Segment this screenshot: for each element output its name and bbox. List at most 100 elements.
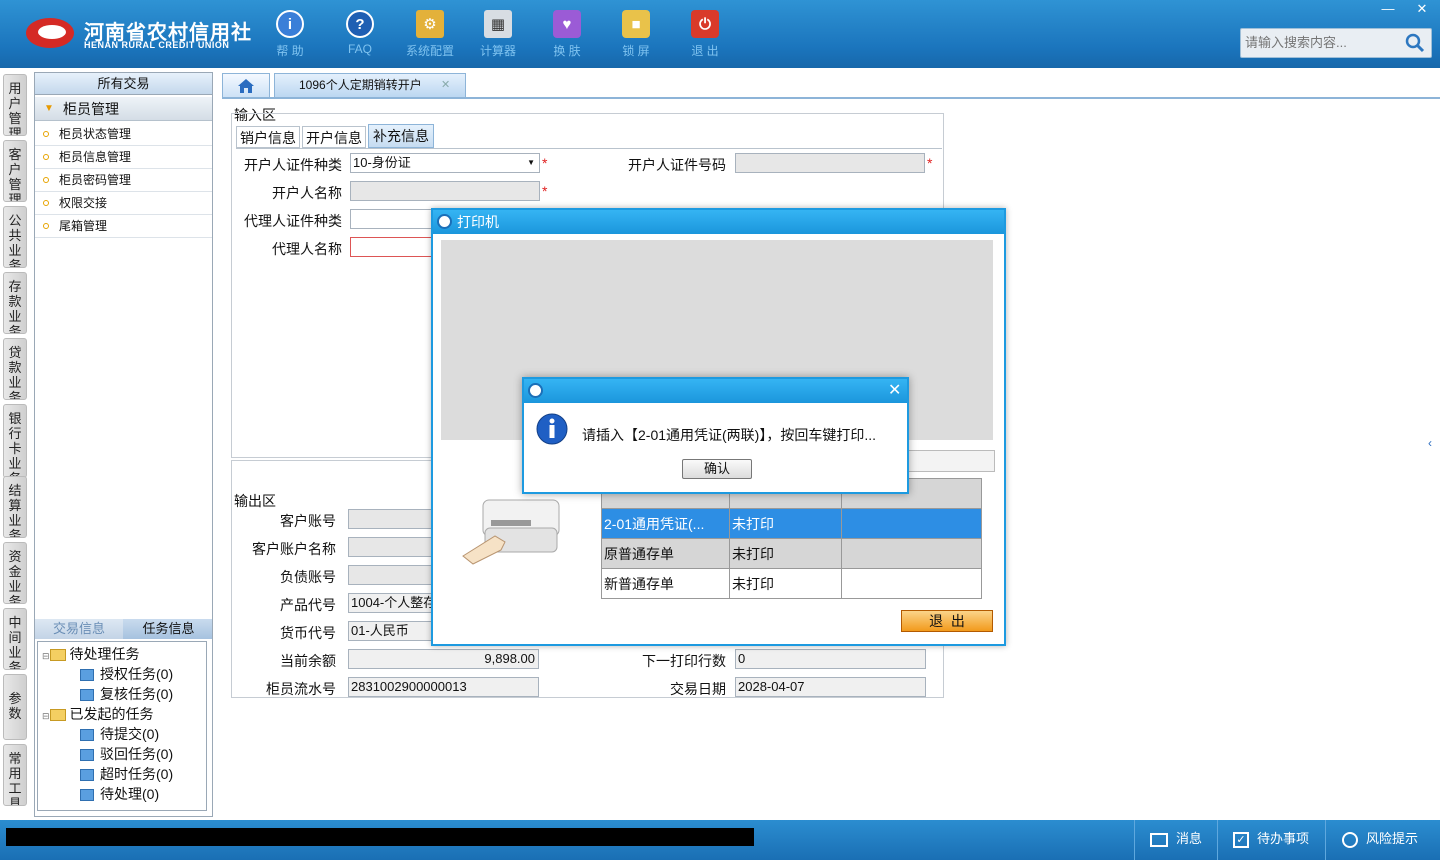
subtab-close-account[interactable]: 销户信息	[236, 126, 300, 148]
config-label: 系统配置	[405, 44, 454, 58]
folder-icon	[80, 769, 94, 782]
teller-serial-label: 柜员流水号	[266, 681, 336, 697]
agent-name-label: 代理人名称	[272, 241, 342, 257]
tree-node[interactable]: 驳回任务(0)	[80, 744, 173, 764]
id-type-select[interactable]: 10-身份证 ▼	[350, 153, 540, 173]
folder-icon	[49, 649, 66, 662]
calculator-label: 计算器	[479, 44, 516, 58]
minimize-icon[interactable]: —	[1372, 0, 1404, 18]
vtab-intermediate[interactable]: 中间业务	[3, 608, 27, 670]
faq-button[interactable]: ? FAQ	[330, 8, 390, 62]
table-row[interactable]: 新普通存单 未打印	[601, 568, 982, 599]
config-icon: ⚙	[416, 10, 444, 38]
tree-node[interactable]: 复核任务(0)	[80, 684, 173, 704]
name-label: 开户人名称	[272, 185, 342, 201]
nav-item-teller-info[interactable]: 柜员信息管理	[35, 146, 212, 169]
nav-item-permission-handover[interactable]: 权限交接	[35, 192, 212, 215]
help-button[interactable]: i 帮 助	[260, 8, 320, 62]
nav-item-tail-box[interactable]: 尾箱管理	[35, 215, 212, 238]
table-row[interactable]: 2-01通用凭证(... 未打印	[601, 508, 982, 539]
search-box[interactable]	[1240, 28, 1432, 58]
printer-dialog-title: 打印机	[457, 214, 499, 230]
tree-node[interactable]: 授权任务(0)	[80, 664, 173, 684]
folder-icon	[80, 669, 94, 682]
grid-cell-status: 未打印	[729, 538, 842, 569]
customer-account-field	[348, 509, 438, 529]
subtab-open-account[interactable]: 开户信息	[302, 126, 366, 148]
status-divider	[1134, 820, 1135, 860]
id-number-label: 开户人证件号码	[628, 157, 726, 173]
tree-node[interactable]: ⊟ 已发起的任务	[42, 704, 154, 724]
grid-cell-name: 新普通存单	[601, 568, 730, 599]
printer-exit-button[interactable]: 退 出	[901, 610, 993, 632]
tree-node[interactable]: 待处理(0)	[80, 784, 159, 804]
vtab-deposit[interactable]: 存款业务	[3, 272, 27, 334]
help-label: 帮 助	[276, 44, 304, 58]
vtab-user-mgmt[interactable]: 用户管理	[3, 74, 27, 136]
risk-alert-button[interactable]: 风险提示	[1342, 828, 1418, 850]
required-mark: *	[542, 155, 548, 171]
agent-id-type-select[interactable]	[350, 209, 440, 229]
tab-trade-info[interactable]: 交易信息	[35, 619, 123, 639]
faq-label: FAQ	[347, 42, 372, 56]
table-row[interactable]: 原普通存单 未打印	[601, 538, 982, 569]
task-tree: ⊟ 待处理任务 授权任务(0) 复核任务(0) ⊟ 已发起的任务 待提交(0) 驳回…	[37, 641, 207, 811]
lock-icon: ■	[622, 10, 650, 38]
grid-cell-name: 2-01通用凭证(...	[601, 508, 730, 539]
id-type-value: 10-身份证	[353, 155, 411, 170]
tab-transaction-1096[interactable]: 1096个人定期销转开户 ✕	[274, 73, 466, 97]
config-button[interactable]: ⚙ 系统配置	[400, 8, 460, 62]
tree-node[interactable]: 待提交(0)	[80, 724, 159, 744]
lock-button[interactable]: ■ 锁 屏	[606, 8, 666, 62]
required-mark: *	[927, 155, 933, 171]
vtab-card[interactable]: 银行卡业务	[3, 404, 27, 478]
id-number-field[interactable]	[735, 153, 925, 173]
home-icon	[238, 79, 254, 93]
skin-button[interactable]: ♥ 换 肤	[537, 8, 597, 62]
messages-button[interactable]: 消息	[1150, 828, 1202, 850]
vtab-fund[interactable]: 资金业务	[3, 542, 27, 604]
trade-date-field: 2028-04-07	[735, 677, 926, 697]
folder-icon	[80, 689, 94, 702]
exit-button[interactable]: ⏻ 退 出	[675, 8, 735, 62]
nav-group-teller[interactable]: ▼ 柜员管理	[35, 97, 212, 121]
close-icon[interactable]: ✕	[1406, 0, 1438, 18]
search-icon[interactable]	[1405, 33, 1425, 53]
close-icon[interactable]: ✕	[888, 380, 901, 400]
app-icon	[528, 383, 543, 398]
vtab-params[interactable]: 参数	[3, 674, 27, 740]
lock-label: 锁 屏	[622, 44, 650, 58]
checkbox-icon: ✓	[1233, 831, 1249, 848]
tree-node[interactable]: 超时任务(0)	[80, 764, 173, 784]
confirm-button[interactable]: 确认	[682, 459, 752, 479]
grid-cell-extra	[841, 538, 982, 569]
message-dialog-titlebar: ✕	[524, 379, 907, 403]
liability-account-label: 负债账号	[280, 569, 336, 585]
name-field[interactable]	[350, 181, 540, 201]
vtab-public-business[interactable]: 公共业务	[3, 206, 27, 268]
nav-item-teller-password[interactable]: 柜员密码管理	[35, 169, 212, 192]
product-code-label: 产品代号	[280, 597, 336, 613]
vtab-tools[interactable]: 常用工具	[3, 744, 27, 806]
calculator-button[interactable]: ▦ 计算器	[468, 8, 528, 62]
agent-name-field[interactable]	[350, 237, 440, 257]
collapse-arrow-icon[interactable]: ‹	[1428, 436, 1432, 450]
tree-node[interactable]: ⊟ 待处理任务	[42, 644, 140, 664]
search-input[interactable]	[1245, 35, 1405, 50]
folder-icon	[49, 709, 66, 722]
nav-header[interactable]: 所有交易	[35, 73, 212, 95]
bullet-icon	[43, 177, 49, 183]
vtab-loan[interactable]: 贷款业务	[3, 338, 27, 400]
tab-task-info[interactable]: 任务信息	[125, 619, 212, 639]
vtab-customer-mgmt[interactable]: 客户管理	[3, 140, 27, 202]
vtab-settlement[interactable]: 结算业务	[3, 476, 27, 538]
status-bar: 消息 ✓ 待办事项 风险提示	[0, 820, 1440, 860]
mail-icon	[1150, 832, 1168, 847]
next-print-row-field: 0	[735, 649, 926, 669]
nav-item-teller-status[interactable]: 柜员状态管理	[35, 123, 212, 146]
agent-id-type-label: 代理人证件种类	[244, 213, 342, 229]
close-tab-icon[interactable]: ✕	[441, 74, 450, 96]
tab-home[interactable]	[222, 73, 270, 97]
subtab-supplementary[interactable]: 补充信息	[368, 124, 434, 148]
todo-button[interactable]: ✓ 待办事项	[1233, 828, 1309, 850]
